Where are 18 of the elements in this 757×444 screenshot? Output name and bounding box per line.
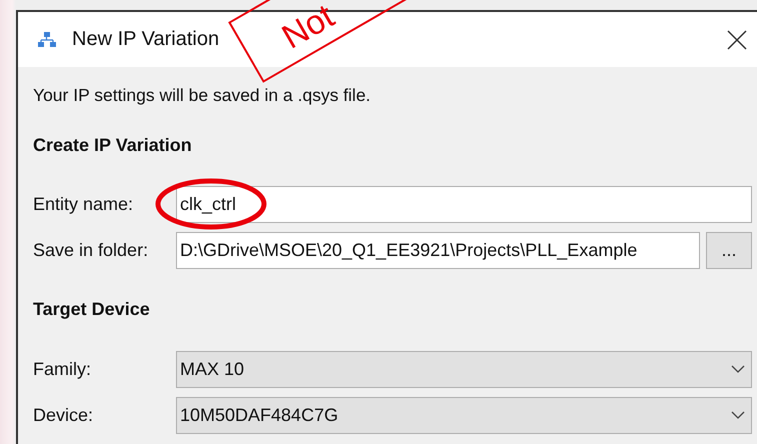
entity-name-field[interactable]: clk_ctrl <box>176 186 752 223</box>
close-icon[interactable] <box>727 30 747 50</box>
folder-path-field[interactable]: D:\GDrive\MSOE\20_Q1_EE3921\Projects\PLL_Example <box>176 232 700 269</box>
chevron-down-icon <box>731 411 745 420</box>
browse-button[interactable]: ... <box>706 232 752 269</box>
field-label: Save in folder: <box>33 240 148 261</box>
window-title: New IP Variation <box>72 28 220 51</box>
chevron-down-icon <box>731 365 745 374</box>
dropdown[interactable]: 10M50DAF484C7G <box>176 397 752 434</box>
stamp-text: Not <box>276 0 342 58</box>
dropdown[interactable]: MAX 10 <box>176 351 752 388</box>
field-label: Entity name: <box>33 194 134 215</box>
info-text: Your IP settings will be saved in a .qsys file. <box>33 85 371 106</box>
hierarchy-icon <box>37 30 57 48</box>
section-heading: Create IP Variation <box>33 135 192 156</box>
field-label: Device: <box>33 405 94 426</box>
section-heading: Target Device <box>33 299 150 320</box>
field-label: Family: <box>33 359 91 380</box>
